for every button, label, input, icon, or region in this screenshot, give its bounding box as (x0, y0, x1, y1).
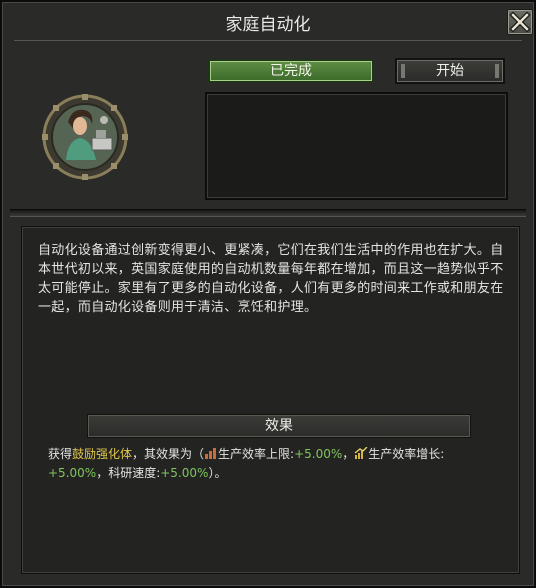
stat2-value: +5.00% (48, 466, 97, 480)
effects-prefix: 获得 (48, 447, 73, 461)
window-title: 家庭自动化 (225, 15, 311, 35)
decision-window: 家庭自动化 已完成 开始 自动化设备通过创新变得更小、更紧凑，它们在我们生活中的… (0, 0, 536, 588)
close-icon (509, 11, 531, 33)
start-button[interactable]: 开始 (395, 58, 505, 84)
description-text: 自动化设备通过创新变得更小、更紧凑，它们在我们生活中的作用也在扩大。自本世代初以… (38, 243, 504, 315)
effects-header: 效果 (87, 414, 471, 438)
effects-sep2: ， (96, 466, 109, 480)
title-divider (14, 40, 522, 41)
effects-text: 获得鼓励强化体，其效果为（ 生产效率上限:+5.00%， 生产效率增长: +5.00%… (48, 445, 518, 483)
stat1-value: +5.00% (294, 447, 343, 461)
stat1-label: 生产效率上限: (218, 447, 295, 461)
section-divider (10, 209, 526, 217)
effects-mid: ，其效果为（ (132, 447, 205, 461)
stat2-label: 生产效率增长: (368, 447, 445, 461)
effects-sep1: ， (342, 447, 355, 461)
close-button[interactable] (507, 9, 533, 35)
stat3-label: 科研速度: (108, 466, 161, 480)
woman-portrait-icon (42, 94, 128, 180)
factory-chart-icon (205, 448, 217, 459)
completed-button[interactable]: 已完成 (208, 59, 374, 83)
growth-chart-icon (354, 447, 368, 459)
stat3-value: +5.00% (160, 466, 209, 480)
reward-slot (205, 92, 508, 200)
effects-suffix: ）。 (208, 466, 227, 480)
buff-name[interactable]: 鼓励强化体 (72, 447, 132, 461)
